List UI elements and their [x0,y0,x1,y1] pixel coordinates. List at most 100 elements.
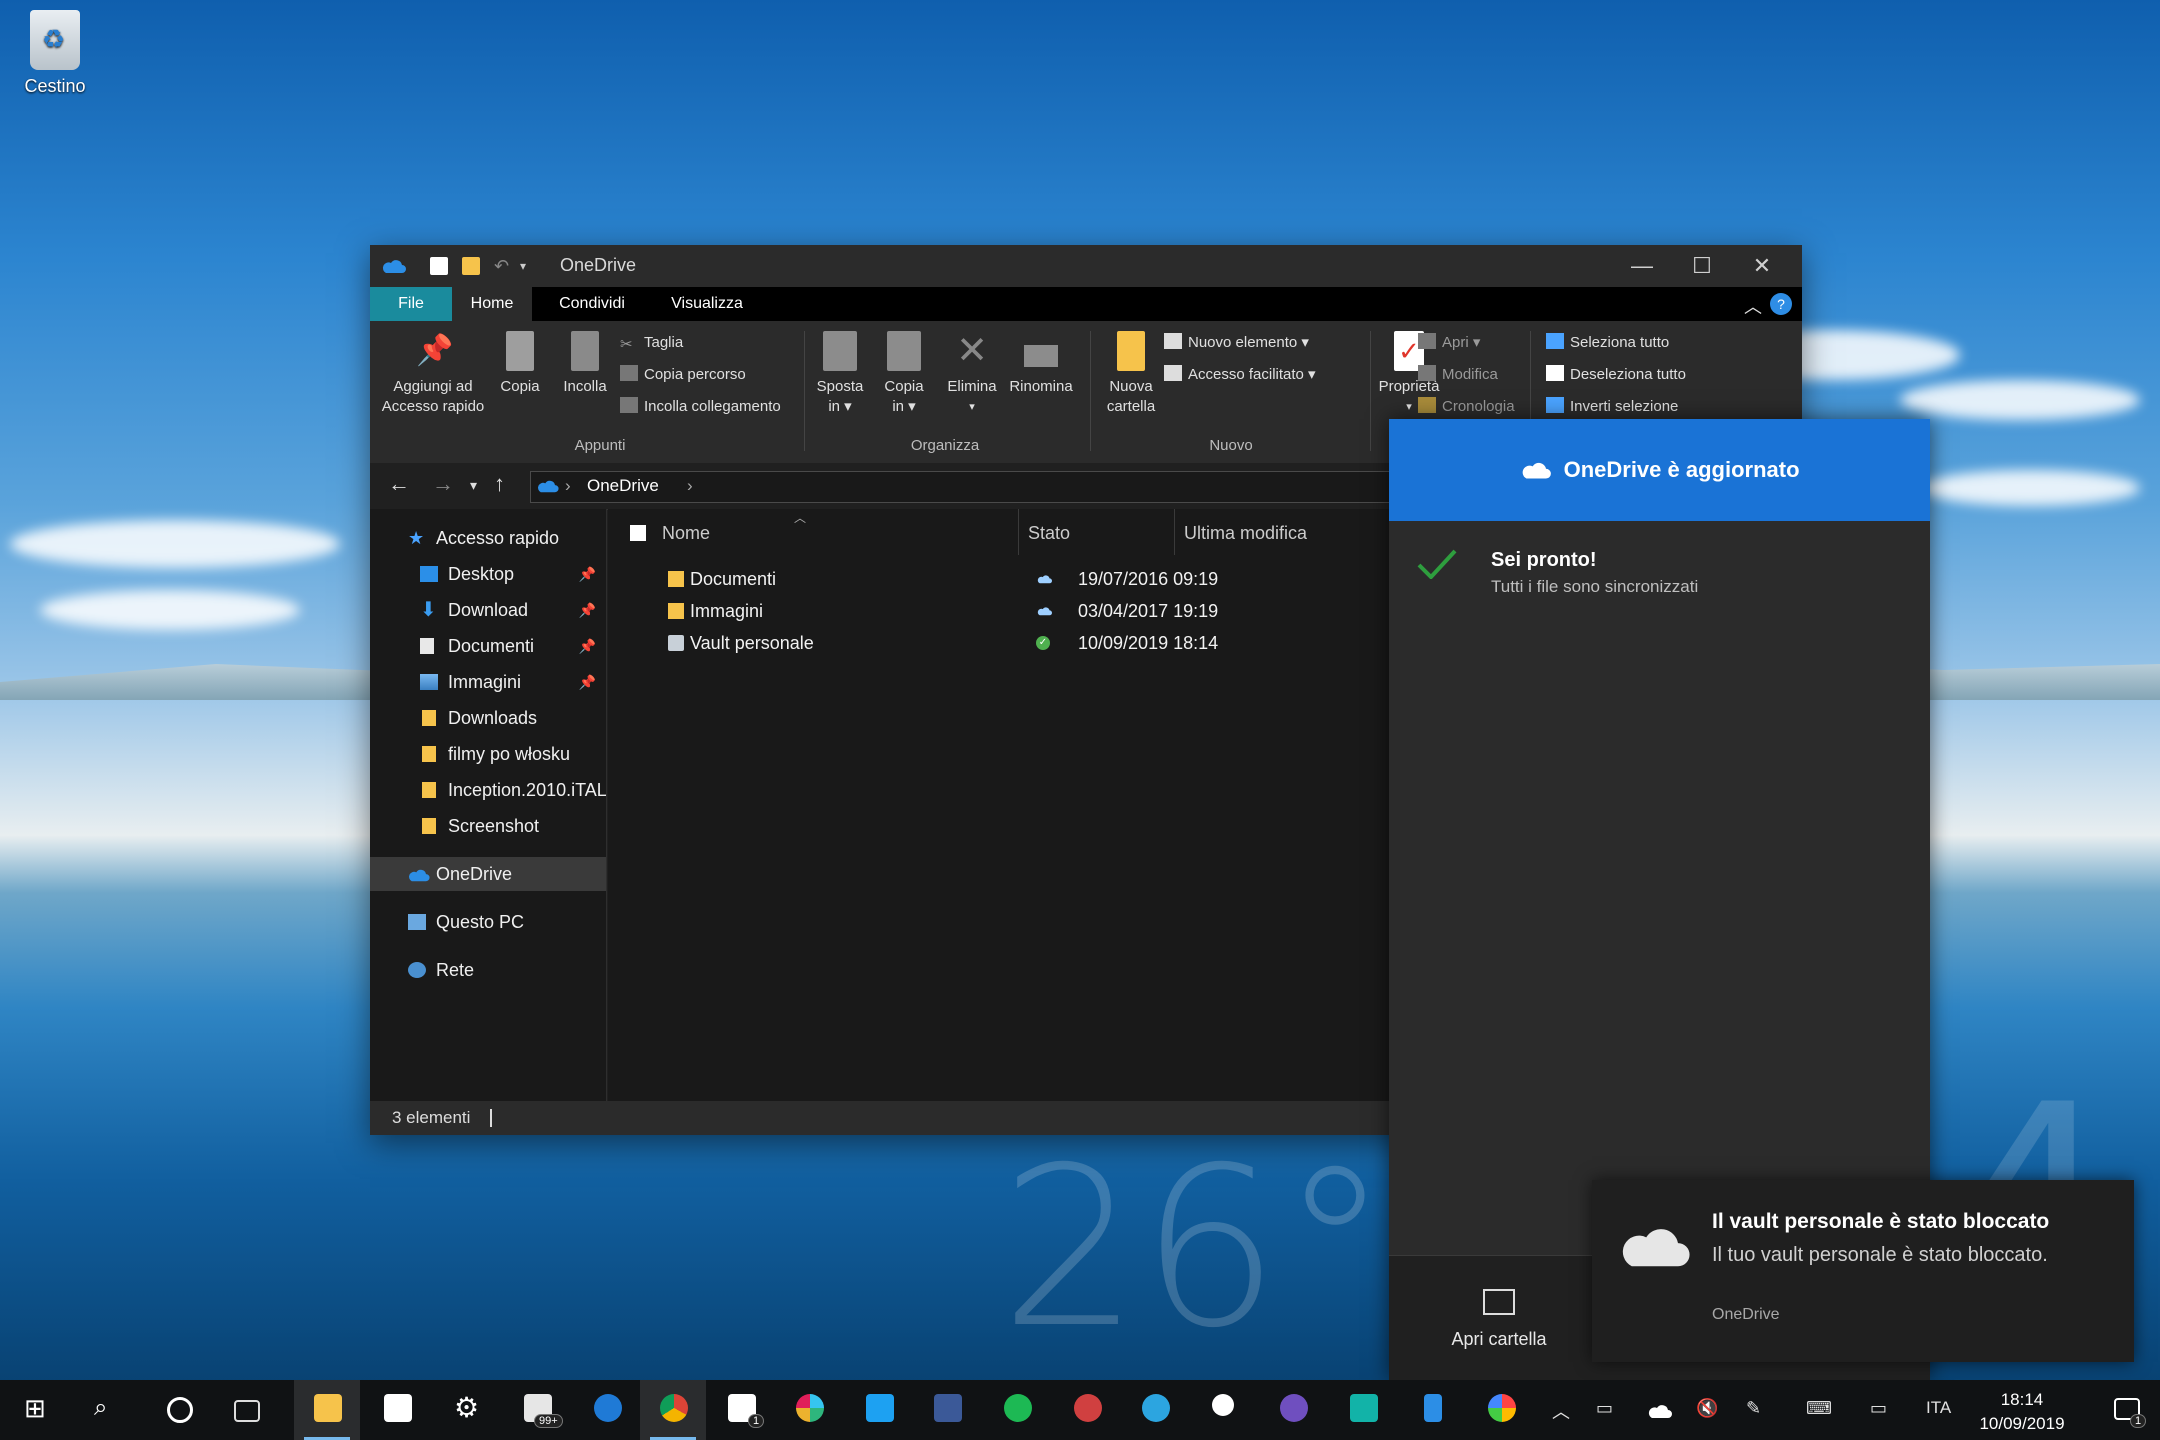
move-to-button[interactable]: Sposta in ▾ [810,331,870,417]
pin-icon[interactable]: 📌 [579,665,596,699]
taskbar-facebook[interactable] [914,1380,980,1440]
notification-toast[interactable]: Il vault personale è stato bloccato Il t… [1592,1180,2134,1362]
delete-dropdown-icon[interactable]: ▾ [940,397,1004,417]
column-separator[interactable] [1018,509,1019,555]
recent-locations-icon[interactable]: ▾ [470,477,477,494]
volume-muted-icon[interactable]: 🔇 [1696,1398,1718,1419]
copy-button[interactable]: Copia [490,331,550,397]
select-none-button[interactable]: Deseleziona tutto [1546,365,1686,385]
sidebar-item-screenshot[interactable]: Screenshot [370,809,606,843]
taskbar-settings[interactable]: ⚙ [434,1380,500,1440]
column-header-status[interactable]: Stato [1028,523,1070,544]
rename-button[interactable]: Rinomina [1006,331,1076,397]
pen-icon[interactable]: ✎ [1746,1398,1761,1419]
sidebar-item-network[interactable]: Rete [370,953,606,987]
taskbar-chrome[interactable] [640,1380,706,1440]
sidebar-item-quick-access[interactable]: ★ Accesso rapido [370,521,606,555]
taskbar-chat[interactable] [1330,1380,1396,1440]
maximize-button[interactable]: ☐ [1672,249,1732,283]
undo-icon[interactable]: ↶ [494,257,512,275]
forward-button[interactable]: → [432,471,454,497]
edit-button[interactable]: Modifica [1418,365,1498,385]
sidebar-item-documents[interactable]: Documenti 📌 [370,629,606,663]
new-item-button[interactable]: Nuovo elemento ▾ [1164,333,1309,353]
action-center-button[interactable]: 1 [2094,1380,2160,1440]
copy-to-button[interactable]: Copia in ▾ [874,331,934,417]
taskbar-office[interactable]: 1 [708,1380,774,1440]
open-button[interactable]: Apri ▾ [1418,333,1480,353]
clock[interactable]: 18:14 10/09/2019 [1962,1388,2082,1436]
task-view-button[interactable] [214,1380,280,1440]
column-header-name[interactable]: Nome [662,523,710,544]
table-row[interactable]: Vault personale ✓ 10/09/2019 18:14 [608,627,1408,659]
table-row[interactable]: Immagini 03/04/2017 19:19 [608,595,1408,627]
tab-share[interactable]: Condividi [542,287,642,321]
title-bar[interactable]: ↶ ▾ OneDrive — ☐ ✕ [370,245,1802,287]
taskbar-telegram[interactable] [1122,1380,1188,1440]
search-button[interactable]: ⌕ [74,1380,140,1440]
pin-icon[interactable]: 📌 [579,593,596,627]
table-row[interactable]: Documenti 19/07/2016 09:19 [608,563,1408,595]
taskbar-slack[interactable] [776,1380,842,1440]
tab-file[interactable]: File [370,287,452,321]
paste-link-button[interactable]: Incolla collegamento [620,397,781,417]
keyboard-icon[interactable]: ⌨ [1806,1398,1832,1419]
pin-quick-access-button[interactable]: 📌 Aggiungi ad Accesso rapido [378,331,488,417]
taskbar-paint3d[interactable] [1468,1380,1534,1440]
open-folder-button[interactable]: Apri cartella [1389,1255,1609,1379]
sidebar-item-desktop[interactable]: Desktop 📌 [370,557,606,591]
select-all-button[interactable]: Seleziona tutto [1546,333,1669,353]
taskbar-twitter[interactable] [846,1380,912,1440]
tablet-mode-icon[interactable]: ▭ [1870,1398,1887,1419]
tab-home[interactable]: Home [452,287,532,321]
sidebar-item-pictures[interactable]: Immagini 📌 [370,665,606,699]
taskbar-edge[interactable] [574,1380,640,1440]
taskbar-mail[interactable]: 99+ [504,1380,570,1440]
column-separator[interactable] [1174,509,1175,555]
sidebar-item-onedrive[interactable]: OneDrive [370,857,606,891]
paste-button[interactable]: Incolla [550,331,620,397]
help-icon[interactable]: ? [1770,293,1792,315]
close-button[interactable]: ✕ [1732,249,1792,283]
new-folder-quick-icon[interactable] [462,257,480,275]
show-hidden-icons-icon[interactable]: ︿ [1552,1398,1570,1424]
sidebar-item-this-pc[interactable]: Questo PC [370,905,606,939]
sidebar-item-filmy[interactable]: filmy po włosku [370,737,606,771]
select-all-checkbox[interactable] [630,525,646,541]
cortana-button[interactable] [144,1380,210,1440]
sidebar-item-download[interactable]: ⬇ Download 📌 [370,593,606,627]
collapse-ribbon-icon[interactable]: ︿ [1744,293,1762,319]
properties-quick-icon[interactable] [430,257,448,275]
copy-path-button[interactable]: Copia percorso [620,365,746,385]
tab-view[interactable]: Visualizza [652,287,762,321]
up-button[interactable]: ↑ [494,471,505,497]
recycle-bin[interactable]: Cestino [20,10,90,97]
onedrive-tray-icon[interactable] [1646,1402,1672,1420]
input-language[interactable]: ITA [1926,1398,1951,1418]
sidebar-item-downloads[interactable]: Downloads [370,701,606,735]
new-folder-button[interactable]: Nuova cartella [1096,331,1166,417]
battery-icon[interactable]: ▭ [1596,1398,1613,1419]
breadcrumb-onedrive[interactable]: OneDrive [587,476,659,496]
breadcrumb-chevron-icon[interactable]: › [687,476,693,496]
column-header-modified[interactable]: Ultima modifica [1184,523,1307,544]
taskbar-snip[interactable] [1054,1380,1120,1440]
taskbar-feedback[interactable] [1260,1380,1326,1440]
sidebar-item-inception[interactable]: Inception.2010.iTALi [370,773,606,807]
start-button[interactable]: ⊞ [4,1380,70,1440]
taskbar-explorer[interactable] [294,1380,360,1440]
taskbar-store[interactable] [364,1380,430,1440]
taskbar-people[interactable] [1192,1380,1258,1440]
minimize-button[interactable]: — [1612,249,1672,283]
taskbar-spotify[interactable] [984,1380,1050,1440]
history-button[interactable]: Cronologia [1418,397,1515,417]
customize-quick-access-icon[interactable]: ▾ [520,257,538,275]
easy-access-button[interactable]: Accesso facilitato ▾ [1164,365,1316,385]
back-button[interactable]: ← [388,471,410,497]
pin-icon[interactable]: 📌 [579,629,596,663]
delete-button[interactable]: ✕ Elimina ▾ [940,331,1004,417]
pin-icon[interactable]: 📌 [579,557,596,591]
invert-selection-button[interactable]: Inverti selezione [1546,397,1678,417]
cut-button[interactable]: ✂ Taglia [620,333,683,353]
taskbar-phone[interactable] [1400,1380,1466,1440]
